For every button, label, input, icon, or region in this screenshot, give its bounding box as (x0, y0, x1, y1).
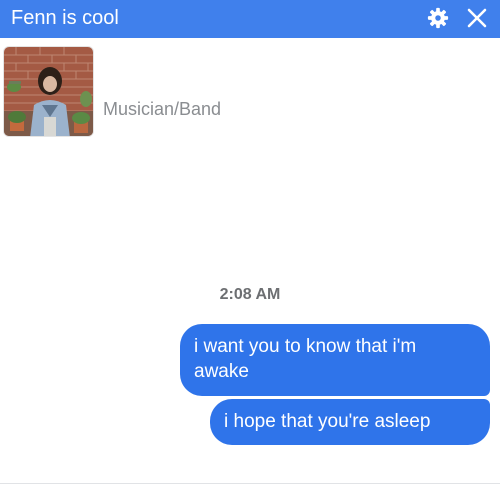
profile-category: Musician/Band (103, 99, 222, 119)
gear-icon[interactable] (425, 5, 451, 31)
chat-window: Fenn is cool Musician/Band 2:08 AM i wan… (0, 0, 500, 500)
close-icon[interactable] (464, 5, 490, 31)
avatar[interactable] (3, 46, 94, 137)
chat-title[interactable]: Fenn is cool (11, 6, 119, 30)
message-bubble[interactable]: i want you to know that i'm awake (180, 324, 490, 396)
message-timestamp: 2:08 AM (219, 286, 281, 303)
message-bubble[interactable]: i hope that you're asleep (210, 399, 490, 445)
avatar-photo (4, 47, 93, 136)
chat-header: Fenn is cool (0, 0, 500, 38)
composer-divider (0, 483, 500, 484)
